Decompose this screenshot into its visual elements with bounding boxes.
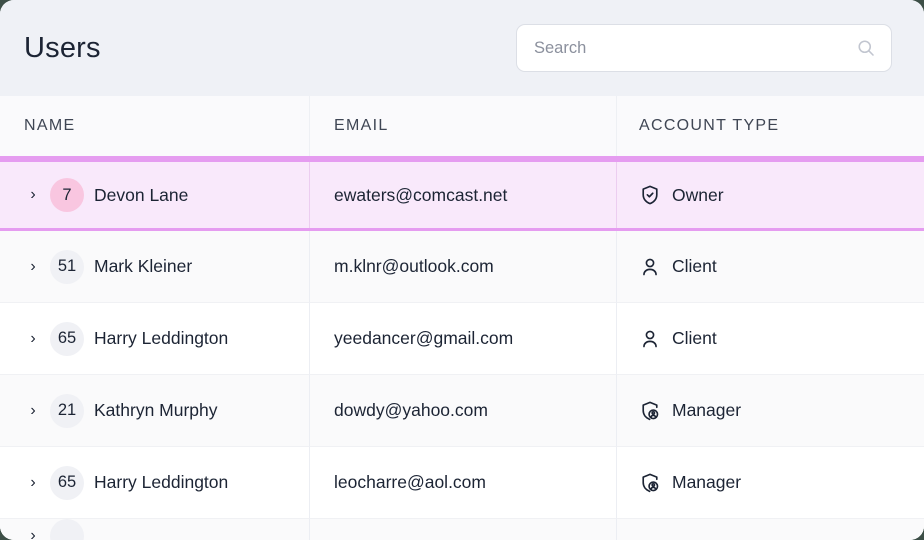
row-id-badge: 21 [50, 393, 84, 428]
row-user-email: leocharre@aol.com [334, 472, 486, 492]
row-account-type-label: Owner [672, 184, 724, 205]
row-account-type-cell: Manager [617, 375, 924, 447]
row-account-type-cell: Manager [617, 447, 924, 519]
table-row[interactable]: › 65 Harry Leddington yeedancer@gmail.co… [0, 303, 924, 375]
table-header-row: NAME EMAIL ACCOUNT TYPE [0, 96, 924, 159]
row-email-cell: ewaters@comcast.net [310, 162, 617, 228]
row-user-name: Mark Kleiner [94, 256, 193, 276]
row-account-type-cell: Client [617, 303, 924, 375]
user-icon [643, 330, 657, 347]
search-input[interactable] [516, 24, 892, 72]
row-id-badge: 51 [50, 249, 84, 284]
row-email-cell [310, 519, 617, 540]
column-header-email-label: EMAIL [334, 117, 389, 134]
table-row[interactable]: › 65 Harry Leddington leocharre@aol.com … [0, 447, 924, 519]
shield-check-icon [642, 185, 658, 205]
row-user-email: ewaters@comcast.net [334, 184, 508, 205]
row-user-name: Harry Leddington [94, 328, 229, 348]
row-name-cell: › 7 Devon Lane [0, 162, 310, 228]
row-name-cell: › [0, 519, 310, 540]
row-account-type-label: Client [672, 256, 717, 276]
row-user-email: m.klnr@outlook.com [334, 256, 494, 276]
row-name-cell: › 21 Kathryn Murphy [0, 375, 310, 447]
expand-row-chevron-icon[interactable]: › [24, 330, 42, 348]
users-table: NAME EMAIL ACCOUNT TYPE › 7 Devon Lane e… [0, 96, 924, 540]
row-account-type-cell: Client [617, 231, 924, 303]
expand-row-chevron-icon[interactable]: › [24, 258, 42, 276]
user-icon [643, 258, 657, 275]
row-name-cell: › 51 Mark Kleiner [0, 231, 310, 303]
column-header-name[interactable]: NAME [0, 96, 310, 156]
row-email-cell: yeedancer@gmail.com [310, 303, 617, 375]
table-row[interactable]: › 51 Mark Kleiner m.klnr@outlook.com Cli… [0, 231, 924, 303]
row-email-cell: leocharre@aol.com [310, 447, 617, 519]
row-user-email: yeedancer@gmail.com [334, 328, 514, 348]
table-row[interactable]: › [0, 519, 924, 540]
users-page-card: Users NAME EMAIL ACCOUNT TYPE › [0, 0, 924, 540]
expand-row-chevron-icon[interactable]: › [24, 527, 42, 540]
row-name-cell: › 65 Harry Leddington [0, 447, 310, 519]
column-header-name-label: NAME [24, 117, 76, 134]
row-id-badge: 7 [50, 178, 84, 212]
column-header-email[interactable]: EMAIL [310, 96, 617, 156]
row-id-badge: 65 [50, 465, 84, 500]
row-id-badge [50, 519, 84, 540]
row-user-name: Devon Lane [94, 184, 189, 205]
page-toolbar: Users [0, 0, 924, 96]
row-id-badge: 65 [50, 321, 84, 356]
expand-row-chevron-icon[interactable]: › [24, 186, 42, 204]
row-email-cell: dowdy@yahoo.com [310, 375, 617, 447]
table-row[interactable]: › 21 Kathryn Murphy dowdy@yahoo.com Mana… [0, 375, 924, 447]
expand-row-chevron-icon[interactable]: › [24, 474, 42, 492]
shield-user-icon [642, 401, 659, 420]
row-account-type-label: Manager [672, 400, 742, 420]
page-title: Users [24, 31, 101, 64]
row-email-cell: m.klnr@outlook.com [310, 231, 617, 303]
row-user-email: dowdy@yahoo.com [334, 400, 488, 420]
row-user-name: Kathryn Murphy [94, 400, 218, 420]
table-row[interactable]: › 7 Devon Lane ewaters@comcast.net Owner [0, 159, 924, 231]
row-account-type-label: Client [672, 328, 717, 348]
row-account-type-cell: Owner [617, 162, 924, 228]
expand-row-chevron-icon[interactable]: › [24, 402, 42, 420]
shield-user-icon [642, 473, 659, 492]
row-account-type-label: Manager [672, 472, 742, 492]
row-name-cell: › 65 Harry Leddington [0, 303, 310, 375]
column-header-account-type[interactable]: ACCOUNT TYPE [617, 96, 924, 156]
row-account-type-cell [617, 519, 924, 540]
row-user-name: Harry Leddington [94, 472, 229, 492]
column-header-account-type-label: ACCOUNT TYPE [639, 117, 780, 134]
search-field-wrapper [516, 24, 892, 72]
